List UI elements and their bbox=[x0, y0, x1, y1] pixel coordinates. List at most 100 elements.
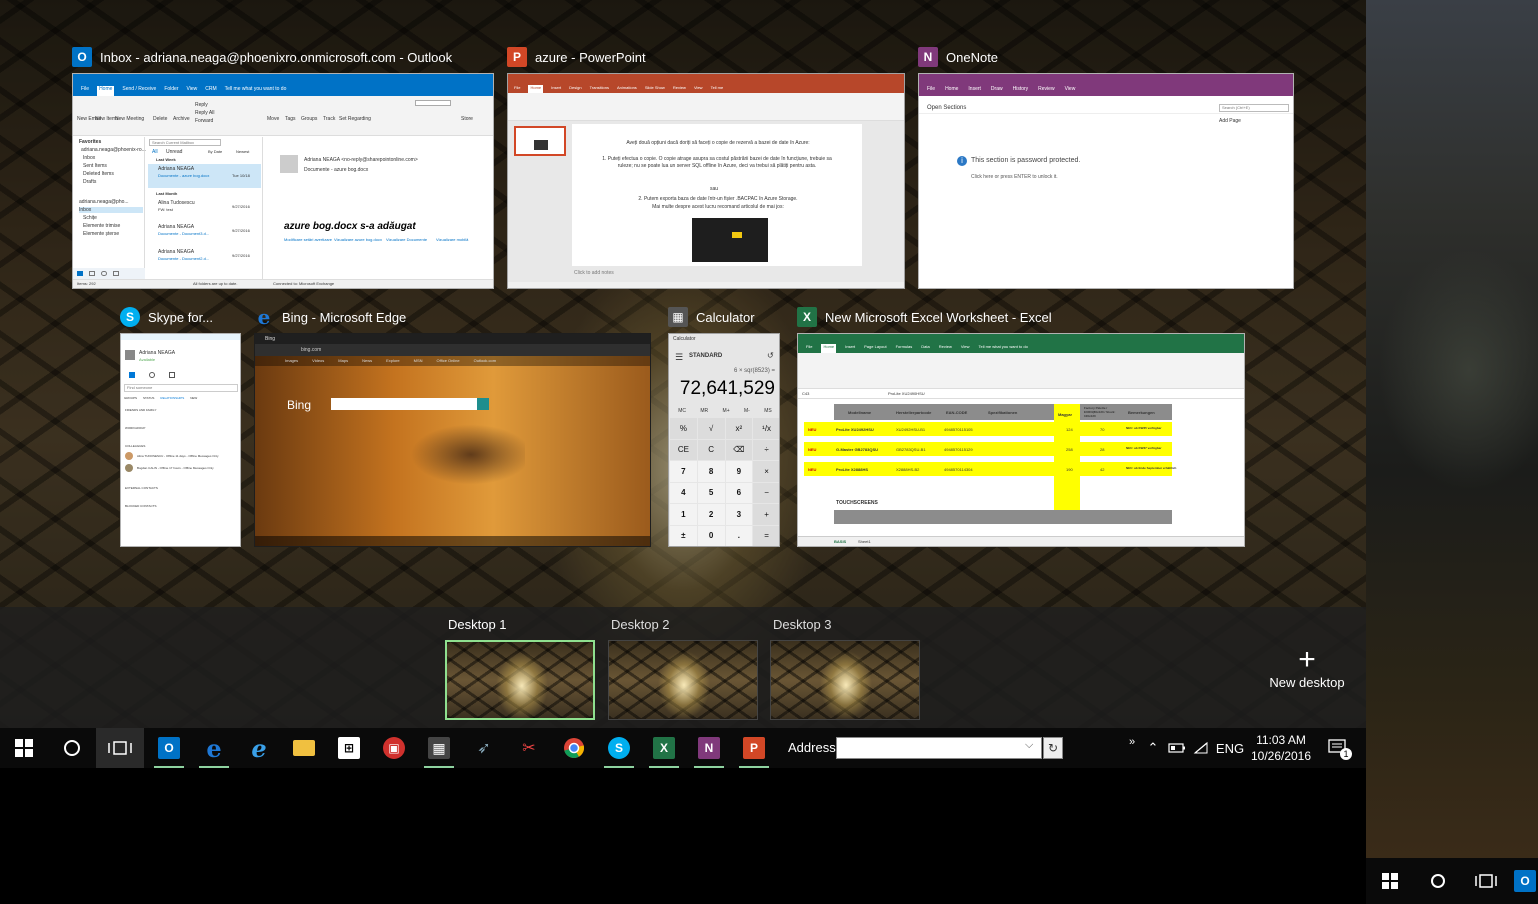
ppt-tab-view[interactable]: View bbox=[694, 85, 703, 93]
skype-tab-relationships[interactable]: RELATIONSHIPS bbox=[160, 396, 184, 402]
calendar-nav-icon[interactable] bbox=[89, 271, 95, 276]
calc-key-ce[interactable]: CE bbox=[670, 439, 697, 460]
skype-contact-1[interactable]: Alina TUDOSESCU - Offline 11 days - Offl… bbox=[137, 454, 218, 458]
outlook-track[interactable]: Track bbox=[323, 116, 335, 122]
bing-nav-news[interactable]: News bbox=[362, 358, 372, 364]
filter-all[interactable]: All bbox=[152, 149, 158, 155]
taskbar-calculator[interactable]: ▦ bbox=[419, 728, 459, 768]
calc-key-c[interactable]: C bbox=[697, 439, 725, 460]
history-icon[interactable]: ↺ bbox=[767, 351, 774, 360]
outlook-reply-all[interactable]: Reply All bbox=[195, 110, 214, 116]
calc-key-0[interactable]: 0 bbox=[697, 525, 725, 546]
calc-key-percent[interactable]: % bbox=[670, 418, 697, 439]
skype-tab-groups[interactable]: GROUPS bbox=[124, 396, 137, 402]
bing-nav-videos[interactable]: Videos bbox=[312, 358, 324, 364]
calc-key-7[interactable]: 7 bbox=[670, 461, 697, 482]
skype-group-friends[interactable]: FRIENDS AND FAMILY bbox=[125, 408, 156, 412]
language-indicator[interactable]: ENG bbox=[1214, 728, 1246, 768]
outlook-groups[interactable]: Groups bbox=[301, 116, 317, 122]
edge-address-bar[interactable]: bing.com bbox=[301, 347, 321, 353]
calc-key-reciprocal[interactable]: ¹/x bbox=[753, 418, 779, 439]
bing-nav-images[interactable]: Images bbox=[285, 358, 298, 364]
wifi-icon[interactable] bbox=[1190, 728, 1212, 768]
sheet-tab-sheet1[interactable]: Sheet1 bbox=[858, 539, 871, 544]
calc-mc[interactable]: MC bbox=[678, 408, 686, 416]
outlook-forward[interactable]: Forward bbox=[195, 118, 213, 124]
window-title-excel[interactable]: X New Microsoft Excel Worksheet - Excel bbox=[797, 307, 1052, 327]
folder-drafts[interactable]: Drafts bbox=[83, 179, 96, 185]
link-modify-alert[interactable]: Modificare setări avertizare bbox=[284, 237, 332, 242]
folder-favorites[interactable]: Favorites bbox=[79, 139, 101, 145]
skype-contact-2[interactable]: Bogdan CALIN - Offline 17 hours - Offlin… bbox=[137, 466, 214, 470]
window-edge[interactable]: e Bing - Microsoft Edge Bing bing.com Im… bbox=[254, 305, 651, 547]
calc-key-2[interactable]: 2 bbox=[697, 504, 725, 525]
skype-group-blocked[interactable]: BLOCKED CONTACTS bbox=[125, 504, 156, 508]
bing-search-button[interactable] bbox=[477, 398, 489, 410]
excel-tab-file[interactable]: File bbox=[806, 344, 812, 353]
folder-deleted[interactable]: Deleted Items bbox=[83, 171, 114, 177]
skype-tab-status[interactable]: STATUS bbox=[143, 396, 154, 402]
message-item-3[interactable]: Adriana NEAGA Documente - Document3.d...… bbox=[148, 222, 261, 244]
onenote-tab-history[interactable]: History bbox=[1013, 86, 1029, 96]
outlook-tab-file[interactable]: File bbox=[81, 86, 89, 96]
outlook-delete[interactable]: Delete bbox=[153, 116, 167, 122]
folder-sent[interactable]: Sent Items bbox=[83, 163, 107, 169]
action-center-button[interactable]: 1 bbox=[1320, 728, 1356, 768]
taskbar-snipping-tool[interactable]: ✂ bbox=[509, 728, 549, 768]
calc-mplus[interactable]: M+ bbox=[723, 408, 730, 416]
powerpoint-thumbnail[interactable]: File Home Insert Design Transitions Anim… bbox=[507, 73, 905, 289]
calc-mminus[interactable]: M- bbox=[744, 408, 750, 416]
calc-mr[interactable]: MR bbox=[700, 408, 708, 416]
window-powerpoint[interactable]: P azure - PowerPoint File Home Insert De… bbox=[507, 47, 905, 289]
onenote-unlock-link[interactable]: Click here or press ENTER to unlock it. bbox=[971, 174, 1058, 180]
bing-nav-maps[interactable]: Maps bbox=[338, 358, 348, 364]
secondary-task-view-button[interactable] bbox=[1466, 861, 1506, 901]
ppt-tab-animations[interactable]: Animations bbox=[617, 85, 637, 93]
bing-search-input[interactable] bbox=[331, 398, 477, 410]
conversations-icon[interactable] bbox=[149, 372, 155, 378]
desktop-thumbnail[interactable] bbox=[608, 640, 758, 720]
filter-unread[interactable]: Unread bbox=[166, 149, 182, 155]
onenote-add-page[interactable]: Add Page bbox=[1219, 118, 1241, 124]
outlook-archive[interactable]: Archive bbox=[173, 116, 190, 122]
taskbar-chrome[interactable] bbox=[554, 728, 594, 768]
outlook-thumbnail[interactable]: File Home Send / Receive Folder View CRM… bbox=[72, 73, 494, 289]
excel-name-box[interactable]: C43 bbox=[802, 391, 809, 396]
calc-key-5[interactable]: 5 bbox=[697, 482, 725, 503]
battery-icon[interactable] bbox=[1166, 728, 1188, 768]
chevron-down-icon[interactable]: ⌵ bbox=[1025, 739, 1033, 752]
link-view-doc[interactable]: Vizualizare azure bog.docx bbox=[334, 237, 382, 242]
excel-grid[interactable]: Modellname Herstellerpartcode EAN-CODE S… bbox=[804, 404, 1240, 532]
folder-account[interactable]: adriana.neaga@phoenix-ro... bbox=[81, 147, 146, 153]
message-item-2[interactable]: Alina Tudosescu FW: test 9/27/2016 bbox=[148, 198, 261, 220]
folder-sterse[interactable]: Elemente șterse bbox=[83, 231, 119, 237]
ppt-tab-transitions[interactable]: Transitions bbox=[590, 85, 609, 93]
ppt-tab-home[interactable]: Home bbox=[528, 85, 544, 93]
skype-group-workgroup[interactable]: WORKGROUP bbox=[125, 426, 145, 430]
folder-inbox-2[interactable]: Inbox bbox=[79, 207, 143, 213]
calc-key-plus[interactable]: + bbox=[753, 504, 779, 525]
outlook-tags[interactable]: Tags bbox=[285, 116, 296, 122]
ppt-tab-design[interactable]: Design bbox=[569, 85, 581, 93]
calc-key-8[interactable]: 8 bbox=[697, 461, 725, 482]
start-button[interactable] bbox=[4, 728, 44, 768]
calc-key-multiply[interactable]: × bbox=[753, 461, 779, 482]
excel-tab-home[interactable]: Home bbox=[821, 344, 837, 353]
onenote-tab-review[interactable]: Review bbox=[1038, 86, 1054, 96]
excel-tell-me[interactable]: Tell me what you want to do bbox=[978, 344, 1027, 353]
calc-key-backspace[interactable]: ⌫ bbox=[725, 439, 753, 460]
calc-key-sqrt[interactable]: √ bbox=[697, 418, 725, 439]
message-item-1[interactable]: Adriana NEAGA Documente - azure bog.docx… bbox=[148, 164, 261, 188]
skype-find-input[interactable]: Find someone bbox=[124, 384, 238, 392]
skype-tab-new[interactable]: NEW bbox=[190, 396, 197, 402]
calc-key-decimal[interactable]: . bbox=[725, 525, 753, 546]
bing-nav-msn[interactable]: MSN bbox=[414, 358, 423, 364]
slide-thumbnail-1[interactable] bbox=[514, 126, 566, 156]
taskbar-app-feather[interactable]: ➶ bbox=[464, 728, 504, 768]
sort-by-date[interactable]: By Date bbox=[208, 149, 222, 154]
link-view-documents[interactable]: Vizualizare Documente bbox=[386, 237, 427, 242]
excel-row-2[interactable]: NEU G-Master GB2783QSU GB2783QSU-B1 4948… bbox=[804, 442, 1172, 456]
outlook-tab-send-receive[interactable]: Send / Receive bbox=[122, 86, 156, 96]
ppt-tab-review[interactable]: Review bbox=[673, 85, 686, 93]
window-title-onenote[interactable]: N OneNote bbox=[918, 47, 998, 67]
